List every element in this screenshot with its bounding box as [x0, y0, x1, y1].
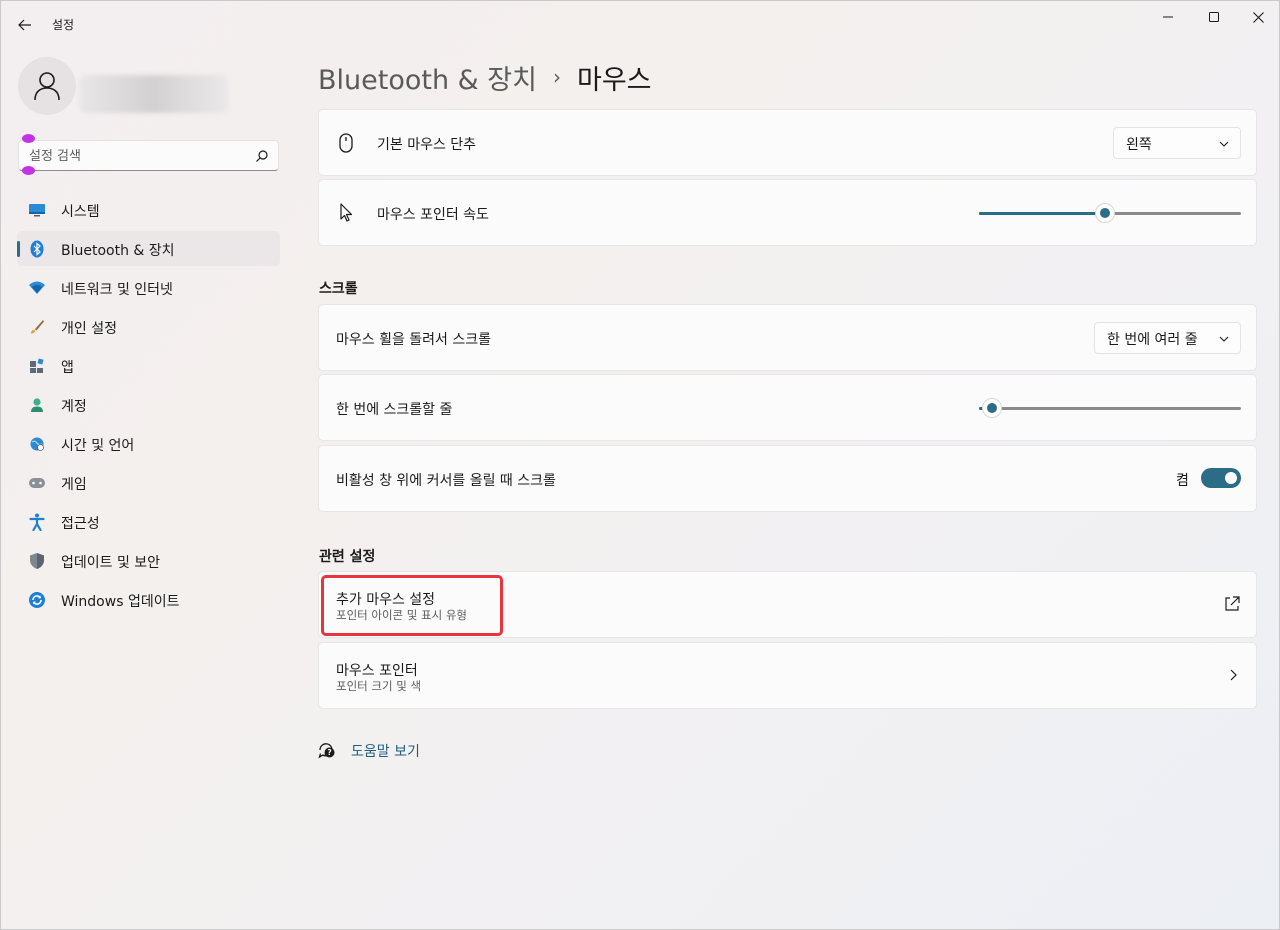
profile-name-redacted — [79, 75, 229, 113]
chevron-down-icon — [1219, 336, 1229, 342]
search-box[interactable] — [18, 140, 279, 171]
breadcrumb: Bluetooth & 장치 › 마우스 — [318, 57, 652, 97]
breadcrumb-separator: › — [552, 65, 561, 89]
sidebar-item-system[interactable]: 시스템 — [17, 192, 280, 227]
minimize-button[interactable] — [1145, 1, 1191, 33]
mouse-pointer-subtitle: 포인터 크기 및 색 — [336, 679, 422, 693]
sidebar-item-network[interactable]: 네트워크 및 인터넷 — [17, 270, 280, 305]
maximize-button[interactable] — [1191, 1, 1237, 33]
sidebar-item-personalization[interactable]: 개인 설정 — [17, 309, 280, 344]
search-icon[interactable] — [254, 148, 270, 164]
dropdown-value: 왼쪽 — [1126, 137, 1152, 153]
highlight-annotation — [321, 575, 503, 636]
windows-update-icon — [28, 591, 46, 609]
accessibility-icon — [28, 513, 46, 531]
chevron-down-icon — [1219, 141, 1229, 147]
search-input[interactable] — [29, 147, 239, 165]
lines-per-scroll-slider[interactable] — [979, 398, 1241, 418]
app-title: 설정 — [52, 18, 75, 32]
related-section-title: 관련 설정 — [319, 549, 376, 565]
minimize-icon — [1163, 16, 1173, 18]
sidebar-item-label: Windows 업데이트 — [61, 594, 180, 610]
pointer-speed-slider[interactable] — [979, 203, 1241, 223]
sidebar-item-label: 게임 — [61, 477, 87, 493]
help-icon: ? — [318, 743, 335, 759]
pointer-speed-card: 마우스 포인터 속도 — [318, 179, 1257, 246]
pointer-icon — [336, 202, 356, 224]
breadcrumb-parent[interactable]: Bluetooth & 장치 — [318, 58, 537, 97]
sidebar-nav: 시스템 Bluetooth & 장치 네트워크 및 인터넷 개인 설정 앱 계정… — [17, 192, 280, 621]
page-title: 마우스 — [576, 64, 652, 96]
sidebar-item-label: 시간 및 언어 — [61, 438, 135, 454]
mouse-icon — [336, 132, 356, 154]
maximize-icon — [1209, 12, 1219, 22]
mouse-pointer-title: 마우스 포인터 — [336, 663, 418, 679]
wheel-scroll-card: 마우스 휠을 돌려서 스크롤 한 번에 여러 줄 — [318, 304, 1257, 371]
sidebar-item-label: 접근성 — [61, 516, 100, 532]
slider-thumb[interactable] — [982, 398, 1002, 418]
primary-button-label: 기본 마우스 단추 — [377, 137, 477, 153]
user-icon — [34, 72, 60, 101]
sidebar-item-accounts[interactable]: 계정 — [17, 387, 280, 422]
sidebar-item-update-security[interactable]: 업데이트 및 보안 — [17, 543, 280, 578]
sidebar-item-time-language[interactable]: 시간 및 언어 — [17, 426, 280, 461]
inactive-scroll-card: 비활성 창 위에 커서를 올릴 때 스크롤 켬 — [318, 445, 1257, 512]
system-icon — [28, 201, 46, 219]
back-arrow-icon — [18, 19, 31, 31]
text-cursor-handle-top — [22, 134, 35, 143]
primary-button-card: 기본 마우스 단추 왼쪽 — [318, 109, 1257, 176]
brush-icon — [28, 318, 46, 336]
close-icon — [1252, 11, 1264, 23]
settings-window: 설정 시스템 Bluetoot — [0, 0, 1280, 930]
sidebar-item-label: 계정 — [61, 399, 87, 415]
avatar[interactable] — [18, 57, 76, 115]
apps-icon — [28, 357, 46, 375]
toggle-knob — [1225, 472, 1237, 484]
wifi-icon — [28, 279, 46, 297]
active-indicator — [17, 241, 20, 257]
sidebar-item-label: 업데이트 및 보안 — [61, 555, 161, 571]
toggle-state-label: 켬 — [1176, 473, 1189, 489]
help-link-row[interactable]: ? 도움말 보기 — [318, 739, 420, 761]
scroll-section-title: 스크롤 — [319, 281, 358, 297]
text-cursor-handle-bottom — [22, 166, 35, 175]
sidebar-item-windows-update[interactable]: Windows 업데이트 — [17, 582, 280, 617]
dropdown-value: 한 번에 여러 줄 — [1107, 332, 1198, 348]
sidebar-item-label: 개인 설정 — [61, 321, 117, 337]
sidebar-item-label: 앱 — [61, 360, 74, 376]
title-bar: 설정 — [1, 1, 1279, 45]
wheel-scroll-label: 마우스 휠을 돌려서 스크롤 — [336, 332, 492, 348]
wheel-scroll-dropdown[interactable]: 한 번에 여러 줄 — [1094, 322, 1241, 354]
back-button[interactable] — [11, 11, 39, 39]
inactive-scroll-label: 비활성 창 위에 커서를 올릴 때 스크롤 — [336, 473, 556, 489]
sidebar-item-label: Bluetooth & 장치 — [61, 243, 175, 259]
external-link-icon — [1225, 596, 1240, 611]
time-language-icon — [28, 435, 46, 453]
shield-icon — [28, 552, 46, 570]
sidebar-item-bluetooth[interactable]: Bluetooth & 장치 — [17, 231, 280, 266]
sidebar-item-apps[interactable]: 앱 — [17, 348, 280, 383]
account-icon — [28, 396, 46, 414]
sidebar-item-accessibility[interactable]: 접근성 — [17, 504, 280, 539]
primary-button-dropdown[interactable]: 왼쪽 — [1113, 127, 1241, 159]
sidebar-item-label: 시스템 — [61, 204, 100, 220]
chevron-right-icon — [1230, 669, 1237, 681]
sidebar-item-gaming[interactable]: 게임 — [17, 465, 280, 500]
lines-per-scroll-label: 한 번에 스크롤할 줄 — [336, 402, 453, 418]
slider-track — [979, 407, 1241, 410]
bluetooth-icon — [28, 240, 46, 258]
slider-fill — [979, 212, 1105, 215]
help-link[interactable]: 도움말 보기 — [351, 741, 420, 761]
lines-per-scroll-card: 한 번에 스크롤할 줄 — [318, 374, 1257, 441]
slider-thumb[interactable] — [1095, 203, 1115, 223]
close-button[interactable] — [1235, 1, 1280, 33]
pointer-speed-label: 마우스 포인터 속도 — [377, 207, 489, 223]
sidebar-item-label: 네트워크 및 인터넷 — [61, 282, 173, 298]
svg-text:?: ? — [327, 748, 331, 757]
gaming-icon — [28, 474, 46, 492]
mouse-pointer-card[interactable]: 마우스 포인터 포인터 크기 및 색 — [318, 642, 1257, 709]
inactive-scroll-toggle[interactable] — [1201, 468, 1241, 488]
